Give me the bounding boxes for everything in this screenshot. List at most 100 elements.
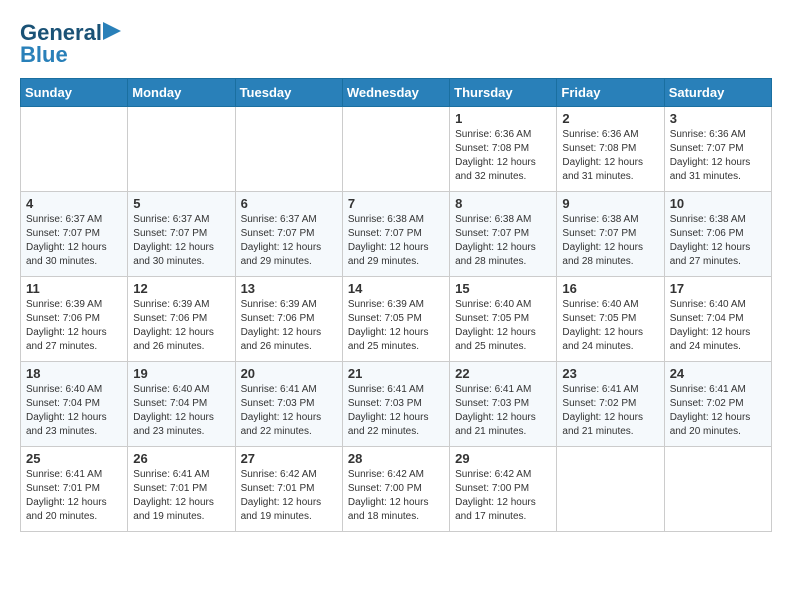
day-info: Sunrise: 6:41 AMSunset: 7:03 PMDaylight:…	[348, 383, 444, 439]
day-number: 16	[562, 281, 658, 296]
calendar-cell: 25 Sunrise: 6:41 AMSunset: 7:01 PMDayligh…	[21, 447, 128, 532]
page-header: General Blue	[20, 20, 772, 68]
calendar-cell	[235, 107, 342, 192]
day-number: 21	[348, 366, 444, 381]
day-info: Sunrise: 6:41 AMSunset: 7:03 PMDaylight:…	[241, 383, 337, 439]
day-info: Sunrise: 6:37 AMSunset: 7:07 PMDaylight:…	[241, 213, 337, 269]
calendar-cell: 3 Sunrise: 6:36 AMSunset: 7:07 PMDaylight…	[664, 107, 771, 192]
day-number: 17	[670, 281, 766, 296]
day-number: 8	[455, 196, 551, 211]
day-number: 24	[670, 366, 766, 381]
day-number: 28	[348, 451, 444, 466]
calendar-cell	[128, 107, 235, 192]
day-number: 22	[455, 366, 551, 381]
calendar-cell: 21 Sunrise: 6:41 AMSunset: 7:03 PMDayligh…	[342, 362, 449, 447]
calendar-cell: 22 Sunrise: 6:41 AMSunset: 7:03 PMDayligh…	[450, 362, 557, 447]
day-info: Sunrise: 6:39 AMSunset: 7:06 PMDaylight:…	[133, 298, 229, 354]
calendar-cell	[342, 107, 449, 192]
day-info: Sunrise: 6:42 AMSunset: 7:01 PMDaylight:…	[241, 468, 337, 524]
day-info: Sunrise: 6:37 AMSunset: 7:07 PMDaylight:…	[26, 213, 122, 269]
week-row-2: 4 Sunrise: 6:37 AMSunset: 7:07 PMDaylight…	[21, 192, 772, 277]
calendar-cell	[664, 447, 771, 532]
days-header-row: SundayMondayTuesdayWednesdayThursdayFrid…	[21, 79, 772, 107]
day-of-week-saturday: Saturday	[664, 79, 771, 107]
day-number: 1	[455, 111, 551, 126]
calendar-cell: 11 Sunrise: 6:39 AMSunset: 7:06 PMDayligh…	[21, 277, 128, 362]
day-info: Sunrise: 6:38 AMSunset: 7:07 PMDaylight:…	[455, 213, 551, 269]
calendar-cell: 23 Sunrise: 6:41 AMSunset: 7:02 PMDayligh…	[557, 362, 664, 447]
day-of-week-friday: Friday	[557, 79, 664, 107]
calendar-cell: 2 Sunrise: 6:36 AMSunset: 7:08 PMDaylight…	[557, 107, 664, 192]
day-number: 10	[670, 196, 766, 211]
day-info: Sunrise: 6:41 AMSunset: 7:03 PMDaylight:…	[455, 383, 551, 439]
day-info: Sunrise: 6:37 AMSunset: 7:07 PMDaylight:…	[133, 213, 229, 269]
week-row-4: 18 Sunrise: 6:40 AMSunset: 7:04 PMDayligh…	[21, 362, 772, 447]
day-number: 5	[133, 196, 229, 211]
logo-icon	[103, 22, 121, 40]
day-info: Sunrise: 6:39 AMSunset: 7:05 PMDaylight:…	[348, 298, 444, 354]
day-info: Sunrise: 6:41 AMSunset: 7:02 PMDaylight:…	[562, 383, 658, 439]
calendar-cell: 28 Sunrise: 6:42 AMSunset: 7:00 PMDayligh…	[342, 447, 449, 532]
day-of-week-thursday: Thursday	[450, 79, 557, 107]
day-info: Sunrise: 6:42 AMSunset: 7:00 PMDaylight:…	[348, 468, 444, 524]
day-info: Sunrise: 6:38 AMSunset: 7:07 PMDaylight:…	[562, 213, 658, 269]
day-number: 11	[26, 281, 122, 296]
calendar-cell: 24 Sunrise: 6:41 AMSunset: 7:02 PMDayligh…	[664, 362, 771, 447]
calendar-cell: 4 Sunrise: 6:37 AMSunset: 7:07 PMDaylight…	[21, 192, 128, 277]
day-info: Sunrise: 6:41 AMSunset: 7:02 PMDaylight:…	[670, 383, 766, 439]
calendar-cell: 18 Sunrise: 6:40 AMSunset: 7:04 PMDayligh…	[21, 362, 128, 447]
day-number: 19	[133, 366, 229, 381]
day-number: 25	[26, 451, 122, 466]
day-of-week-sunday: Sunday	[21, 79, 128, 107]
day-number: 23	[562, 366, 658, 381]
calendar-cell: 9 Sunrise: 6:38 AMSunset: 7:07 PMDaylight…	[557, 192, 664, 277]
calendar-cell: 29 Sunrise: 6:42 AMSunset: 7:00 PMDayligh…	[450, 447, 557, 532]
calendar-cell: 10 Sunrise: 6:38 AMSunset: 7:06 PMDayligh…	[664, 192, 771, 277]
calendar-table: SundayMondayTuesdayWednesdayThursdayFrid…	[20, 78, 772, 532]
day-info: Sunrise: 6:40 AMSunset: 7:04 PMDaylight:…	[670, 298, 766, 354]
week-row-1: 1 Sunrise: 6:36 AMSunset: 7:08 PMDaylight…	[21, 107, 772, 192]
calendar-cell: 16 Sunrise: 6:40 AMSunset: 7:05 PMDayligh…	[557, 277, 664, 362]
day-number: 4	[26, 196, 122, 211]
calendar-cell: 17 Sunrise: 6:40 AMSunset: 7:04 PMDayligh…	[664, 277, 771, 362]
day-number: 3	[670, 111, 766, 126]
week-row-5: 25 Sunrise: 6:41 AMSunset: 7:01 PMDayligh…	[21, 447, 772, 532]
week-row-3: 11 Sunrise: 6:39 AMSunset: 7:06 PMDayligh…	[21, 277, 772, 362]
day-number: 14	[348, 281, 444, 296]
logo: General Blue	[20, 20, 121, 68]
day-number: 15	[455, 281, 551, 296]
day-number: 6	[241, 196, 337, 211]
day-info: Sunrise: 6:40 AMSunset: 7:04 PMDaylight:…	[26, 383, 122, 439]
day-number: 12	[133, 281, 229, 296]
day-info: Sunrise: 6:36 AMSunset: 7:08 PMDaylight:…	[562, 128, 658, 184]
calendar-cell: 5 Sunrise: 6:37 AMSunset: 7:07 PMDaylight…	[128, 192, 235, 277]
day-number: 18	[26, 366, 122, 381]
day-info: Sunrise: 6:36 AMSunset: 7:07 PMDaylight:…	[670, 128, 766, 184]
day-number: 9	[562, 196, 658, 211]
day-info: Sunrise: 6:40 AMSunset: 7:05 PMDaylight:…	[562, 298, 658, 354]
day-info: Sunrise: 6:40 AMSunset: 7:05 PMDaylight:…	[455, 298, 551, 354]
day-info: Sunrise: 6:42 AMSunset: 7:00 PMDaylight:…	[455, 468, 551, 524]
calendar-cell: 6 Sunrise: 6:37 AMSunset: 7:07 PMDaylight…	[235, 192, 342, 277]
calendar-cell: 7 Sunrise: 6:38 AMSunset: 7:07 PMDaylight…	[342, 192, 449, 277]
day-info: Sunrise: 6:39 AMSunset: 7:06 PMDaylight:…	[241, 298, 337, 354]
day-of-week-monday: Monday	[128, 79, 235, 107]
day-number: 20	[241, 366, 337, 381]
calendar-cell	[21, 107, 128, 192]
calendar-cell: 8 Sunrise: 6:38 AMSunset: 7:07 PMDaylight…	[450, 192, 557, 277]
day-info: Sunrise: 6:41 AMSunset: 7:01 PMDaylight:…	[133, 468, 229, 524]
day-info: Sunrise: 6:38 AMSunset: 7:07 PMDaylight:…	[348, 213, 444, 269]
day-number: 2	[562, 111, 658, 126]
calendar-body: 1 Sunrise: 6:36 AMSunset: 7:08 PMDaylight…	[21, 107, 772, 532]
day-of-week-wednesday: Wednesday	[342, 79, 449, 107]
day-number: 27	[241, 451, 337, 466]
calendar-cell: 14 Sunrise: 6:39 AMSunset: 7:05 PMDayligh…	[342, 277, 449, 362]
day-info: Sunrise: 6:39 AMSunset: 7:06 PMDaylight:…	[26, 298, 122, 354]
day-info: Sunrise: 6:36 AMSunset: 7:08 PMDaylight:…	[455, 128, 551, 184]
day-number: 29	[455, 451, 551, 466]
day-info: Sunrise: 6:41 AMSunset: 7:01 PMDaylight:…	[26, 468, 122, 524]
day-number: 7	[348, 196, 444, 211]
calendar-cell: 20 Sunrise: 6:41 AMSunset: 7:03 PMDayligh…	[235, 362, 342, 447]
calendar-cell: 27 Sunrise: 6:42 AMSunset: 7:01 PMDayligh…	[235, 447, 342, 532]
day-info: Sunrise: 6:38 AMSunset: 7:06 PMDaylight:…	[670, 213, 766, 269]
